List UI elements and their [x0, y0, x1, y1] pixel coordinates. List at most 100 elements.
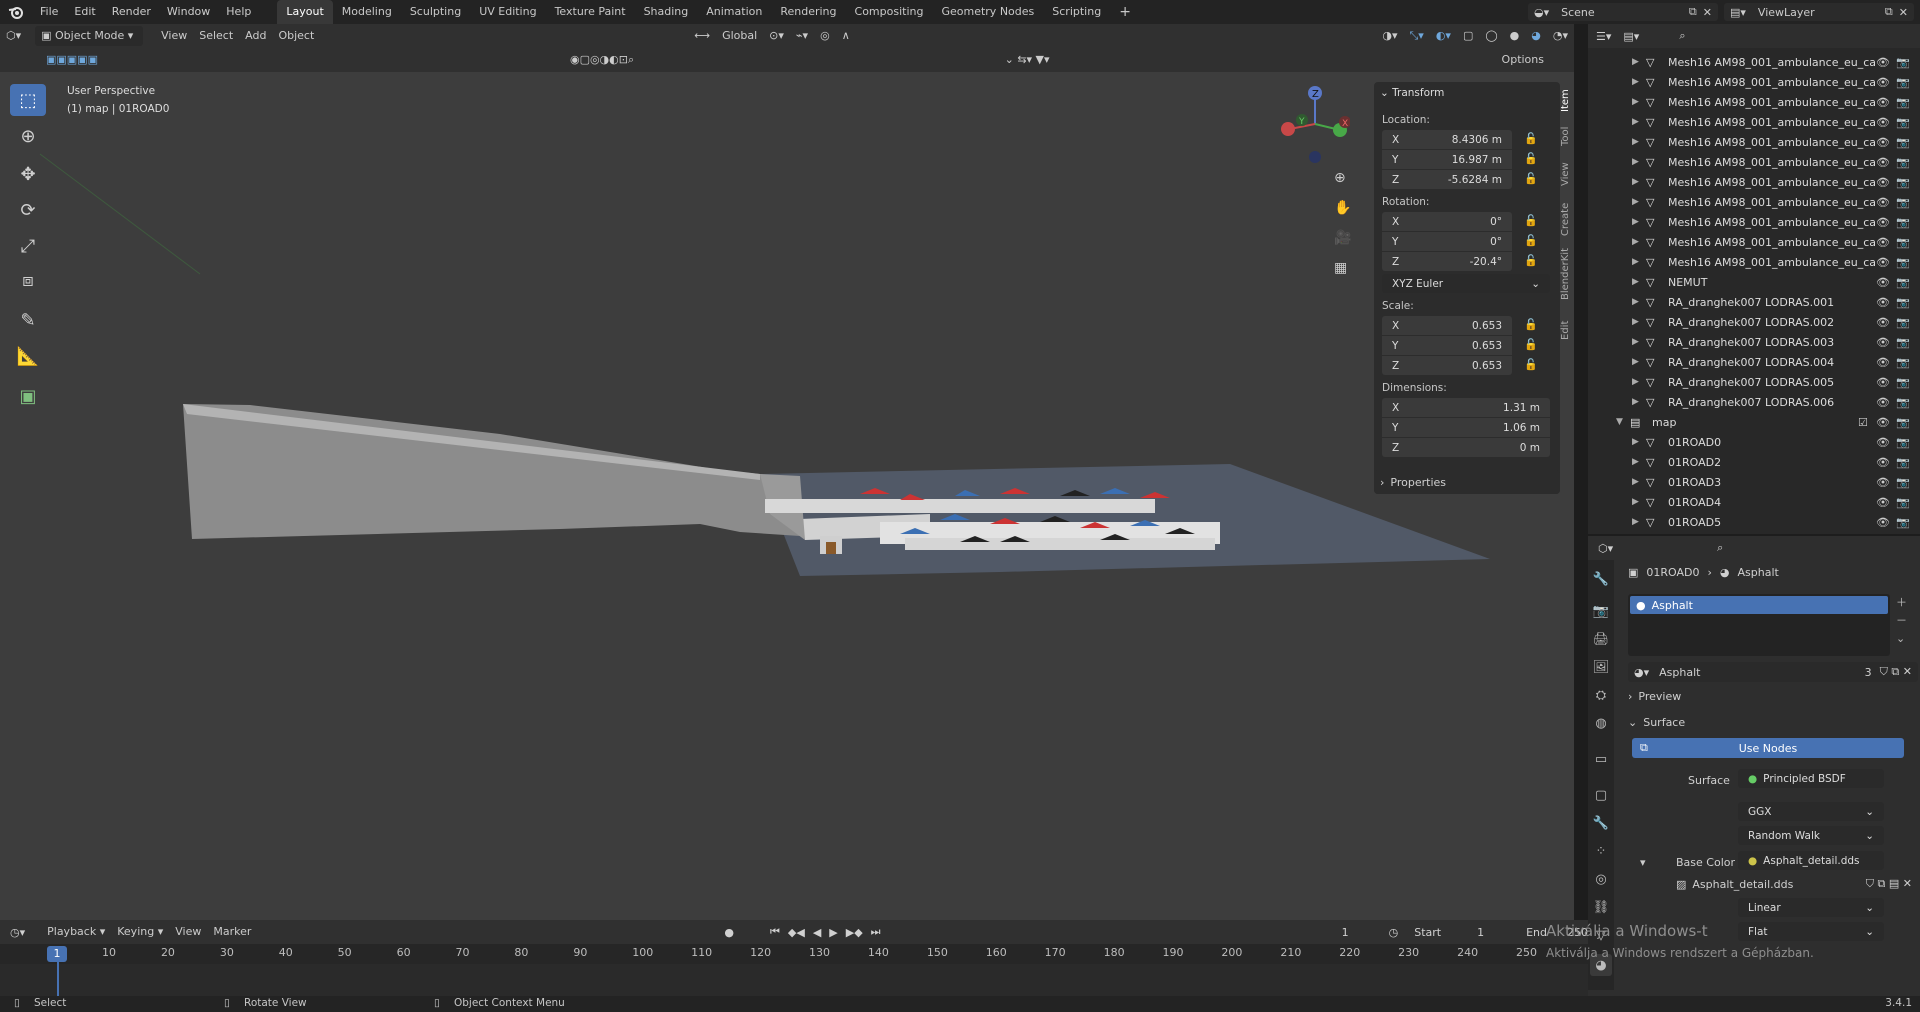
outliner-item-name[interactable]: map: [1652, 416, 1676, 429]
eye-icon[interactable]: 👁: [1876, 376, 1890, 389]
camera-icon[interactable]: 📷: [1896, 456, 1910, 469]
tool-tab-icon[interactable]: 🔧: [1590, 568, 1612, 590]
outliner-item-name[interactable]: RA_dranghek007 LODRAS.002: [1668, 316, 1834, 329]
outliner-item-name[interactable]: RA_dranghek007 LODRAS.006: [1668, 396, 1834, 409]
eye-icon[interactable]: 👁: [1876, 156, 1890, 169]
outliner-item-name[interactable]: Mesh16 AM98_001_ambulance_eu_ca: [1668, 196, 1876, 209]
menu-timeline-view[interactable]: View: [169, 922, 207, 942]
camera-icon[interactable]: 📷: [1896, 56, 1910, 69]
gizmo-icons[interactable]: ◉▢◎◑◐⊡⌕: [564, 50, 640, 70]
world-tab-icon[interactable]: ◍: [1590, 712, 1612, 734]
camera-icon[interactable]: 📷: [1896, 76, 1910, 89]
outliner-row[interactable]: ▶ ▽ RA_dranghek007 LODRAS.005 👁 📷: [1588, 372, 1920, 392]
current-frame-field[interactable]: 1: [1342, 926, 1349, 939]
location-x-field[interactable]: X 8.4306 m: [1382, 130, 1512, 149]
outliner-item-name[interactable]: Mesh16 AM98_001_ambulance_eu_ca: [1668, 216, 1876, 229]
image-selector[interactable]: ▨ Asphalt_detail.dds ⛉ ⧉ ▤ ✕: [1676, 874, 1912, 894]
record-icon[interactable]: ●: [724, 926, 734, 939]
select-box-mode-icon[interactable]: ▣▣▣▣▣: [40, 50, 104, 70]
eye-icon[interactable]: 👁: [1876, 196, 1890, 209]
menu-file[interactable]: File: [32, 0, 66, 24]
eye-icon[interactable]: 👁: [1876, 176, 1890, 189]
menu-edit[interactable]: Edit: [66, 0, 103, 24]
outliner-item-name[interactable]: 01ROAD4: [1668, 496, 1721, 509]
chevron-right-icon[interactable]: ▶: [1632, 97, 1639, 107]
cursor-tool-button[interactable]: ⊕: [10, 120, 46, 152]
gizmo-toggle-icon[interactable]: ⤡▾: [1403, 26, 1429, 46]
navigation-gizmo[interactable]: Z X Y: [1270, 84, 1350, 164]
transform-header[interactable]: ⌄ Transform: [1380, 87, 1444, 99]
lock-icon[interactable]: 🔓: [1524, 254, 1538, 267]
outliner-row[interactable]: ▶ ▽ Mesh16 AM98_001_ambulance_eu_ca 👁 📷: [1588, 112, 1920, 132]
eye-icon[interactable]: 👁: [1876, 456, 1890, 469]
search-icon[interactable]: ⌕: [1717, 541, 1723, 555]
scale-z-field[interactable]: Z 0.653: [1382, 356, 1512, 375]
chevron-right-icon[interactable]: ▶: [1632, 137, 1639, 147]
menu-object[interactable]: Object: [272, 26, 320, 46]
perspective-toggle-icon[interactable]: ▦: [1334, 260, 1354, 280]
proportional-edit-icon[interactable]: ◎: [814, 26, 836, 46]
lock-icon[interactable]: 🔓: [1524, 234, 1538, 247]
outliner-item-name[interactable]: 01ROAD2: [1668, 456, 1721, 469]
menu-help[interactable]: Help: [218, 0, 259, 24]
tab-texture-paint[interactable]: Texture Paint: [546, 0, 635, 24]
eye-icon[interactable]: 👁: [1876, 116, 1890, 129]
mode-selector[interactable]: ▣ Object Mode ▾: [35, 26, 144, 46]
outliner-item-name[interactable]: Mesh16 AM98_001_ambulance_eu_ca: [1668, 176, 1876, 189]
outliner-row[interactable]: ▶ ▽ 01ROAD0 👁 📷: [1588, 432, 1920, 452]
use-nodes-button[interactable]: ⧉ Use Nodes: [1632, 738, 1904, 758]
rendered-shading-icon[interactable]: ◔▾: [1547, 26, 1574, 46]
chevron-right-icon[interactable]: ▶: [1632, 117, 1639, 127]
view-layer-selector[interactable]: ▤▾ ViewLayer ⧉ ✕: [1724, 3, 1914, 21]
chevron-right-icon[interactable]: ▶: [1632, 497, 1639, 507]
camera-icon[interactable]: 📷: [1896, 376, 1910, 389]
outliner-row[interactable]: ▶ ▽ Mesh16 AM98_001_ambulance_eu_ca 👁 📷: [1588, 192, 1920, 212]
overlay-toggle-icon[interactable]: ◐▾: [1430, 26, 1457, 46]
editor-type-icon[interactable]: ⬡▾: [0, 26, 27, 46]
tab-modeling[interactable]: Modeling: [333, 0, 401, 24]
preview-panel[interactable]: › Preview: [1628, 686, 1908, 706]
jump-end-icon[interactable]: ⏭: [871, 925, 881, 939]
dimensions-x-field[interactable]: X 1.31 m: [1382, 398, 1550, 417]
tab-layout[interactable]: Layout: [277, 0, 333, 24]
lock-icon[interactable]: 🔓: [1524, 318, 1538, 331]
playhead[interactable]: 1: [47, 946, 67, 962]
xray-toggle-icon[interactable]: ▢: [1457, 26, 1479, 46]
eye-icon[interactable]: 👁: [1876, 76, 1890, 89]
lock-icon[interactable]: 🔓: [1524, 358, 1538, 371]
scene-tab-icon[interactable]: ⛭: [1590, 684, 1612, 706]
add-workspace-button[interactable]: +: [1110, 0, 1140, 24]
outliner-item-name[interactable]: Mesh16 AM98_001_ambulance_eu_ca: [1668, 56, 1876, 69]
chevron-right-icon[interactable]: ▶: [1632, 517, 1639, 527]
tab-sculpting[interactable]: Sculpting: [401, 0, 470, 24]
duplicate-scene-icon[interactable]: ⧉: [1689, 5, 1697, 19]
distribution-dropdown[interactable]: GGX ⌄: [1738, 802, 1884, 821]
camera-icon[interactable]: 📷: [1896, 416, 1910, 429]
slot-controls[interactable]: ＋－ ⌄: [1896, 594, 1907, 648]
tab-item[interactable]: Item: [1560, 89, 1571, 112]
outliner-row[interactable]: ▶ ▽ 01ROAD5 👁 📷: [1588, 512, 1920, 532]
measure-tool-button[interactable]: 📐: [10, 340, 46, 372]
collection-tab-icon[interactable]: ▭: [1590, 748, 1612, 770]
pivot-icon[interactable]: ⊙▾: [763, 26, 790, 46]
outliner-row[interactable]: ▶ ▽ Mesh16 AM98_001_ambulance_eu_ca 👁 📷: [1588, 92, 1920, 112]
remove-scene-icon[interactable]: ✕: [1703, 6, 1712, 19]
eye-icon[interactable]: 👁: [1876, 396, 1890, 409]
image-name-field[interactable]: Asphalt_detail.dds: [1692, 878, 1865, 891]
eye-icon[interactable]: 👁: [1876, 416, 1890, 429]
camera-icon[interactable]: 📷: [1896, 496, 1910, 509]
tab-geometry-nodes[interactable]: Geometry Nodes: [932, 0, 1043, 24]
output-tab-icon[interactable]: 🖨: [1590, 628, 1612, 650]
tab-rendering[interactable]: Rendering: [771, 0, 845, 24]
transform-tool-button[interactable]: ⧈: [10, 264, 46, 296]
rotate-tool-button[interactable]: ⟳: [10, 194, 46, 226]
material-users-count[interactable]: 3: [1865, 666, 1872, 679]
lock-icon[interactable]: 🔓: [1524, 132, 1538, 145]
chevron-right-icon[interactable]: ▶: [1632, 377, 1639, 387]
properties-editor-icon[interactable]: ⬡▾: [1598, 542, 1613, 555]
chevron-right-icon[interactable]: ▶: [1632, 237, 1639, 247]
tab-create[interactable]: Create: [1560, 203, 1571, 236]
play-icon[interactable]: ▶: [829, 926, 837, 939]
outliner-item-name[interactable]: RA_dranghek007 LODRAS.001: [1668, 296, 1834, 309]
scene-name[interactable]: Scene: [1561, 6, 1685, 19]
